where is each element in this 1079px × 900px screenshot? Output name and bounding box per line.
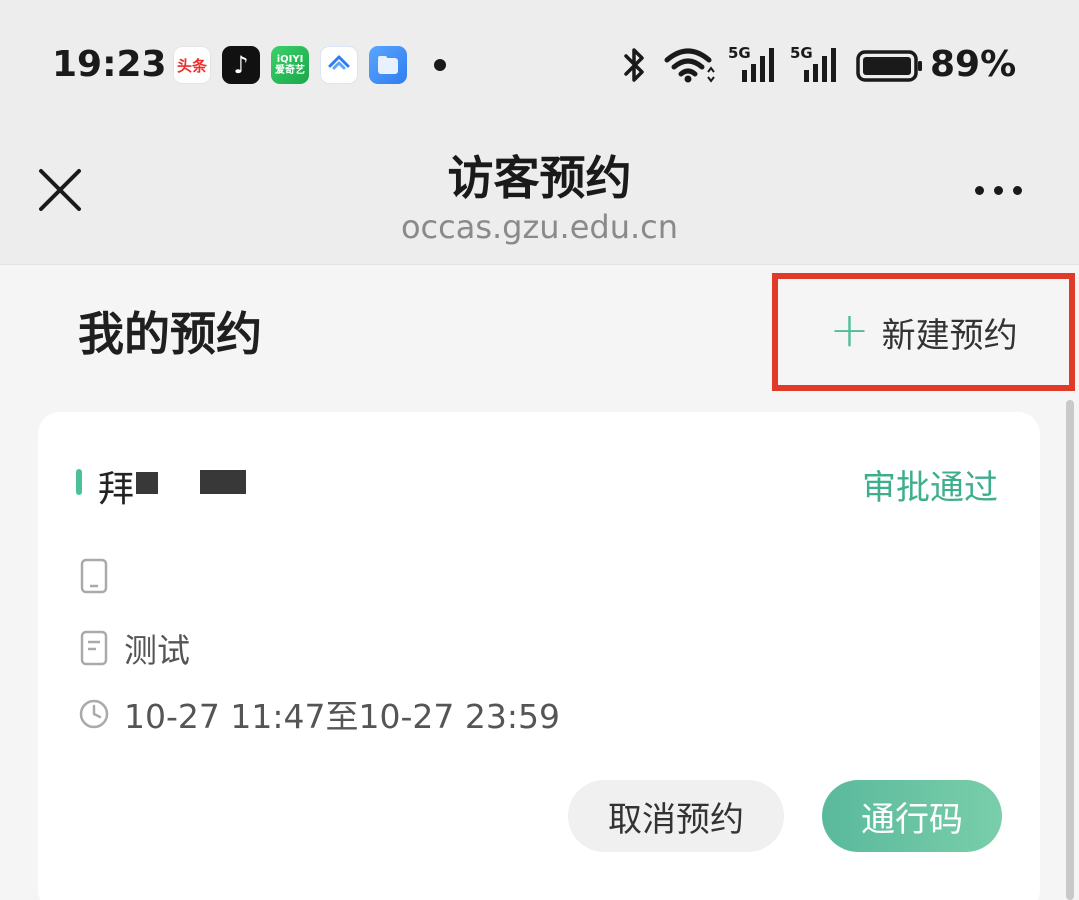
new-reservation-button[interactable]: + 新建预约	[772, 273, 1075, 391]
scrollbar[interactable]	[1066, 400, 1074, 900]
note-value: 测试	[124, 631, 190, 670]
time-range-value: 10-27 11:47至10-27 23:59	[124, 697, 560, 736]
clock-icon	[78, 696, 110, 732]
page-title: 我的预约	[78, 307, 262, 361]
notification-app-icons: 头条 ♪ iQIYI 爱奇艺	[173, 46, 446, 84]
more-dot-icon	[993, 185, 1003, 195]
time-row: 10-27 11:47至10-27 23:59	[78, 690, 560, 738]
bluetooth-icon	[622, 46, 648, 88]
new-reservation-label: 新建预约	[881, 315, 1018, 356]
redaction-block	[136, 472, 158, 494]
cancel-reservation-button[interactable]: 取消预约	[568, 780, 784, 852]
reservation-card[interactable]: 拜 审批通过 测试 10-27 11:47至10-27 23:59 取消预约 通…	[38, 412, 1040, 900]
page-header-domain: occas.gzu.edu.cn	[400, 208, 679, 246]
toutiao-app-icon: 头条	[173, 46, 211, 84]
status-time: 19:23	[52, 44, 167, 85]
page-header-title: 访客预约	[447, 151, 632, 205]
card-accent-bar	[76, 469, 82, 495]
phone-icon	[78, 558, 110, 594]
more-dot-icon	[974, 185, 984, 195]
pass-code-button[interactable]: 通行码	[822, 780, 1002, 852]
redaction-block	[200, 470, 246, 494]
document-icon	[78, 630, 110, 666]
battery-percentage: 89%	[930, 44, 1017, 85]
more-dot-icon	[1012, 185, 1022, 195]
status-badge: 审批通过	[862, 468, 998, 508]
battery-icon	[856, 50, 924, 86]
more-menu-button[interactable]	[958, 170, 1038, 210]
tiktok-app-icon: ♪	[222, 46, 260, 84]
plus-icon: +	[829, 302, 870, 358]
ai-scan-app-icon	[320, 46, 358, 84]
iqiyi-app-icon: iQIYI 爱奇艺	[271, 46, 309, 84]
signal-5g-icon-2: 5G	[790, 44, 842, 84]
status-bar: 19:23 头条 ♪ iQIYI 爱奇艺 5G 5G 89%	[0, 0, 1079, 130]
wifi-icon	[664, 46, 716, 88]
phone-row	[78, 558, 124, 594]
visitor-name: 拜	[98, 469, 135, 510]
signal-5g-icon-1: 5G	[728, 44, 780, 84]
more-notifications-dot	[434, 59, 446, 71]
files-app-icon	[369, 46, 407, 84]
note-row: 测试	[78, 624, 190, 672]
nav-bar: 访客预约 occas.gzu.edu.cn	[0, 130, 1079, 265]
